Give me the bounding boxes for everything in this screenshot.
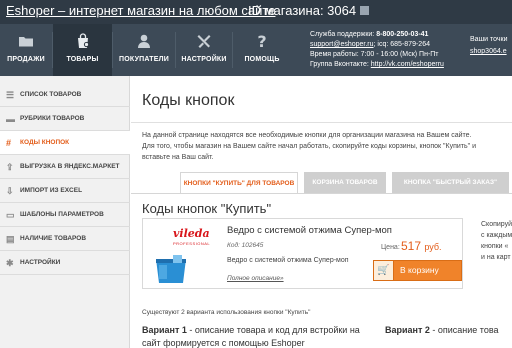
sidebar: ☰ СПИСОК ТОВАРОВ ▬ РУБРИКИ ТОВАРОВ # КОД… (0, 76, 130, 348)
side-note-line: кнопки « (481, 243, 509, 250)
account-points: Ваши точки shop3064.e (470, 34, 508, 58)
support-label: Служба поддержки: (310, 31, 375, 38)
nav-customers[interactable]: ПОКУПАТЕЛИ (113, 24, 175, 76)
nav-sales-label: ПРОДАЖИ (7, 56, 45, 63)
sidebar-item-label: КОДЫ КНОПОК (20, 139, 70, 146)
product-description: Ведро с системой отжима Супер-моп (227, 257, 349, 264)
nav-settings-label: НАСТРОЙКИ (181, 56, 227, 63)
folder-icon: ▬ (6, 114, 15, 124)
sidebar-item-stock[interactable]: ▤ НАЛИЧИЕ ТОВАРОВ (0, 227, 130, 251)
page-title: Коды кнопок (142, 92, 235, 109)
sidebar-item-parameter-templates[interactable]: ▭ ШАБЛОНЫ ПАРАМЕТРОВ (0, 203, 130, 227)
sidebar-item-excel-import[interactable]: ⇩ ИМПОРТ ИЗ EXCEL (0, 179, 130, 203)
question-icon: ? (257, 33, 266, 49)
add-to-cart-label: В корзину (400, 265, 439, 275)
price-value: 517 руб. (401, 239, 442, 253)
variant-1-text: - описание товара и код для встройки на (186, 325, 360, 335)
full-description-link[interactable]: Полное описание» (227, 275, 284, 282)
variant-1-text2: сайт формируется с помощью Eshoper (142, 338, 305, 348)
main-content: Коды кнопок На данной странице находятся… (131, 76, 512, 348)
side-note: Скопируй с каждым кнопки « и на карт (481, 219, 512, 263)
intro-line: Для того, чтобы магазин на Вашем сайте н… (142, 143, 476, 150)
export-icon: ⇪ (6, 162, 14, 172)
tab-cart[interactable]: КОРЗИНА ТОВАРОВ (304, 172, 386, 193)
main-nav: ПРОДАЖИ ТОВАРЫ ПОКУПАТЕЛИ НАСТРОЙКИ ? ПО… (0, 24, 512, 76)
import-icon: ⇩ (6, 186, 14, 196)
add-to-cart-button[interactable]: 🛒 В корзину (373, 260, 462, 281)
support-hours: Время работы: 7:00 - 16:00 (Мск) Пн-Пт (310, 51, 439, 58)
template-icon: ▭ (6, 210, 15, 220)
sidebar-item-label: НАЛИЧИЕ ТОВАРОВ (20, 235, 87, 242)
section-title: Коды кнопок "Купить" (142, 201, 272, 216)
intro-line: На данной странице находятся все необход… (142, 132, 472, 139)
sidebar-item-label: СПИСОК ТОВАРОВ (20, 91, 82, 98)
support-phone: 8-800-250-03-41 (376, 31, 429, 38)
side-note-line: Скопируй (481, 221, 512, 228)
shop-id: ID магазина: 3064 (248, 3, 370, 18)
svg-text:?: ? (257, 33, 266, 49)
shop-id-label: ID магазина: 3064 (248, 3, 357, 18)
top-bar: Eshoper – интернет магазин на любом сайт… (0, 0, 512, 24)
account-label: Ваши точки (470, 36, 508, 43)
cart-icon: 🛒 (374, 261, 394, 280)
intro-line: вставьте на Ваш сайт. (142, 154, 214, 161)
sidebar-item-label: ИМПОРТ ИЗ EXCEL (20, 187, 83, 194)
nav-customers-label: ПОКУПАТЕЛИ (119, 56, 169, 63)
support-email[interactable]: support@eshoper.ru (310, 41, 374, 48)
stock-icon: ▤ (6, 234, 15, 244)
hash-icon: # (6, 138, 12, 148)
sidebar-item-label: РУБРИКИ ТОВАРОВ (20, 115, 85, 122)
sidebar-item-yandex-export[interactable]: ⇪ ВЫГРУЗКА В ЯНДЕКС.МАРКЕТ (0, 155, 130, 179)
list-icon: ☰ (6, 90, 15, 100)
side-note-line: с каждым (481, 232, 512, 239)
sidebar-item-button-codes[interactable]: # КОДЫ КНОПОК (0, 131, 130, 155)
tab-quick-order[interactable]: КНОПКА "БЫСТРЫЙ ЗАКАЗ" (392, 172, 509, 193)
vk-label: Группа Вконтакте: (310, 61, 369, 68)
logo-text: vileda (173, 227, 210, 240)
price-amount: 517 (401, 239, 422, 253)
sidebar-item-label: ШАБЛОНЫ ПАРАМЕТРОВ (20, 211, 104, 218)
sidebar-item-label: НАСТРОЙКИ (20, 259, 61, 266)
variant-1: Вариант 1 - описание товара и код для вс… (142, 324, 360, 348)
sidebar-item-product-list[interactable]: ☰ СПИСОК ТОВАРОВ (0, 83, 130, 107)
product-preview: vileda PROFESSIONAL Ведро с системой отж… (142, 218, 463, 289)
nav-products-label: ТОВАРЫ (66, 56, 99, 63)
divider (131, 122, 512, 123)
user-icon (138, 34, 150, 48)
gear-icon: ✱ (6, 258, 14, 268)
nav-help[interactable]: ? ПОМОЩЬ (233, 24, 291, 76)
tab-buy-buttons[interactable]: КНОПКИ "КУПИТЬ" ДЛЯ ТОВАРОВ (180, 172, 298, 194)
support-icq: ; icq: 685-879-264 (373, 41, 430, 48)
nav-products[interactable]: ТОВАРЫ (53, 24, 112, 76)
variant-2-text: - описание това (429, 325, 499, 335)
nav-help-label: ПОМОЩЬ (244, 56, 280, 63)
variant-1-title: Вариант 1 (142, 325, 187, 335)
intro-text: На данной странице находятся все необход… (142, 130, 502, 163)
vk-link[interactable]: http://vk.com/eshoperru (371, 61, 444, 68)
folder-icon (19, 37, 33, 47)
side-note-line: и на карт (481, 254, 511, 261)
tools-icon (197, 35, 211, 48)
sidebar-item-label: ВЫГРУЗКА В ЯНДЕКС.МАРКЕТ (20, 163, 120, 170)
price-currency: руб. (424, 242, 442, 252)
vileda-logo: vileda PROFESSIONAL (173, 224, 210, 246)
variant-2: Вариант 2 - описание това (385, 324, 499, 337)
brand-link[interactable]: Eshoper – интернет магазин на любом сайт… (6, 3, 275, 18)
product-code: Код: 102645 (227, 242, 264, 249)
nav-sales[interactable]: ПРОДАЖИ (0, 24, 52, 76)
price-label: Цена: (381, 244, 400, 251)
variant-2-title: Вариант 2 (385, 325, 430, 335)
bag-gear-icon (77, 33, 89, 48)
sidebar-item-product-categories[interactable]: ▬ РУБРИКИ ТОВАРОВ (0, 107, 130, 131)
tab-underline (131, 193, 512, 194)
account-shop-link[interactable]: shop3064.e (470, 46, 508, 58)
support-info: Служба поддержки: 8-800-250-03-41 suppor… (310, 30, 444, 70)
nav-settings[interactable]: НАСТРОЙКИ (176, 24, 232, 76)
sidebar-item-settings[interactable]: ✱ НАСТРОЙКИ (0, 251, 130, 275)
product-title[interactable]: Ведро с системой отжима Супер-моп (227, 225, 392, 236)
product-image (156, 255, 186, 283)
variants-intro: Существуют 2 варианта использования кноп… (142, 309, 311, 316)
logo-subtext: PROFESSIONAL (173, 241, 211, 246)
shop-id-icon[interactable] (360, 6, 370, 15)
